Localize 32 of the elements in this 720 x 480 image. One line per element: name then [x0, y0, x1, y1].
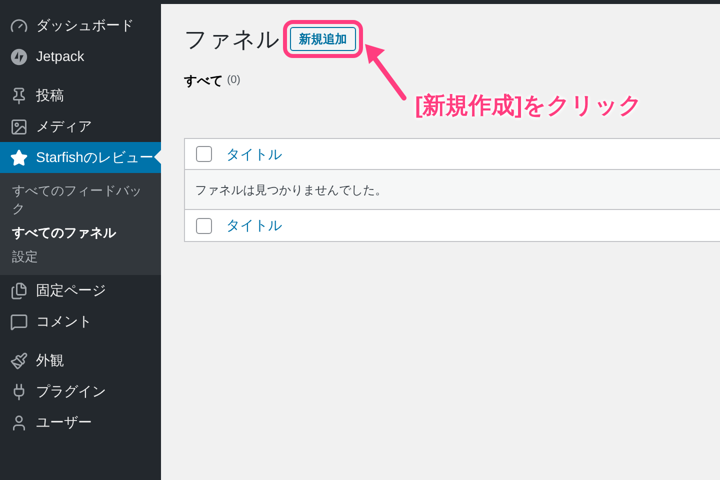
- annotation-text: [新規作成]をクリック: [415, 91, 642, 120]
- paintbrush-icon: [10, 352, 28, 370]
- column-header-link[interactable]: タイトル: [226, 144, 282, 164]
- pages-icon: [10, 282, 28, 300]
- menu-item[interactable]: 固定ページ: [0, 275, 161, 306]
- empty-message: ファネルは見つかりませんでした。: [195, 182, 387, 198]
- menu-item[interactable]: メディア: [0, 111, 161, 142]
- checkbox[interactable]: [196, 146, 212, 162]
- checkbox[interactable]: [196, 218, 212, 234]
- menu-item[interactable]: Starfishのレビュー: [0, 142, 161, 173]
- image-icon: [10, 118, 28, 136]
- column-footer-link[interactable]: タイトル: [226, 215, 282, 236]
- menu-item[interactable]: コメント: [0, 306, 161, 337]
- menu-item[interactable]: ユーザー: [0, 407, 161, 438]
- page-title: ファネル: [184, 25, 280, 54]
- filter-count: (0): [227, 73, 240, 88]
- speech-bubble-icon: [10, 312, 28, 330]
- submenu-item[interactable]: すべてのフィードバック: [0, 179, 161, 221]
- menu-item[interactable]: 投稿: [0, 80, 161, 111]
- menu-pointer-icon: [154, 150, 161, 164]
- menu-item[interactable]: プラグイン: [0, 376, 161, 407]
- lightning-circle-icon: [10, 48, 28, 66]
- pin-icon: [10, 86, 28, 104]
- submenu-item[interactable]: 設定: [0, 245, 161, 269]
- gauge-icon: [10, 16, 28, 34]
- menu-item[interactable]: 外観: [0, 345, 161, 376]
- menu-item[interactable]: ダッシュボード: [0, 10, 161, 41]
- filter-link[interactable]: すべて: [184, 70, 223, 90]
- star-icon: [10, 148, 28, 166]
- submenu-item[interactable]: すべてのファネル: [0, 221, 161, 245]
- user-icon: [10, 414, 28, 432]
- menu-item[interactable]: Jetpack: [0, 41, 161, 72]
